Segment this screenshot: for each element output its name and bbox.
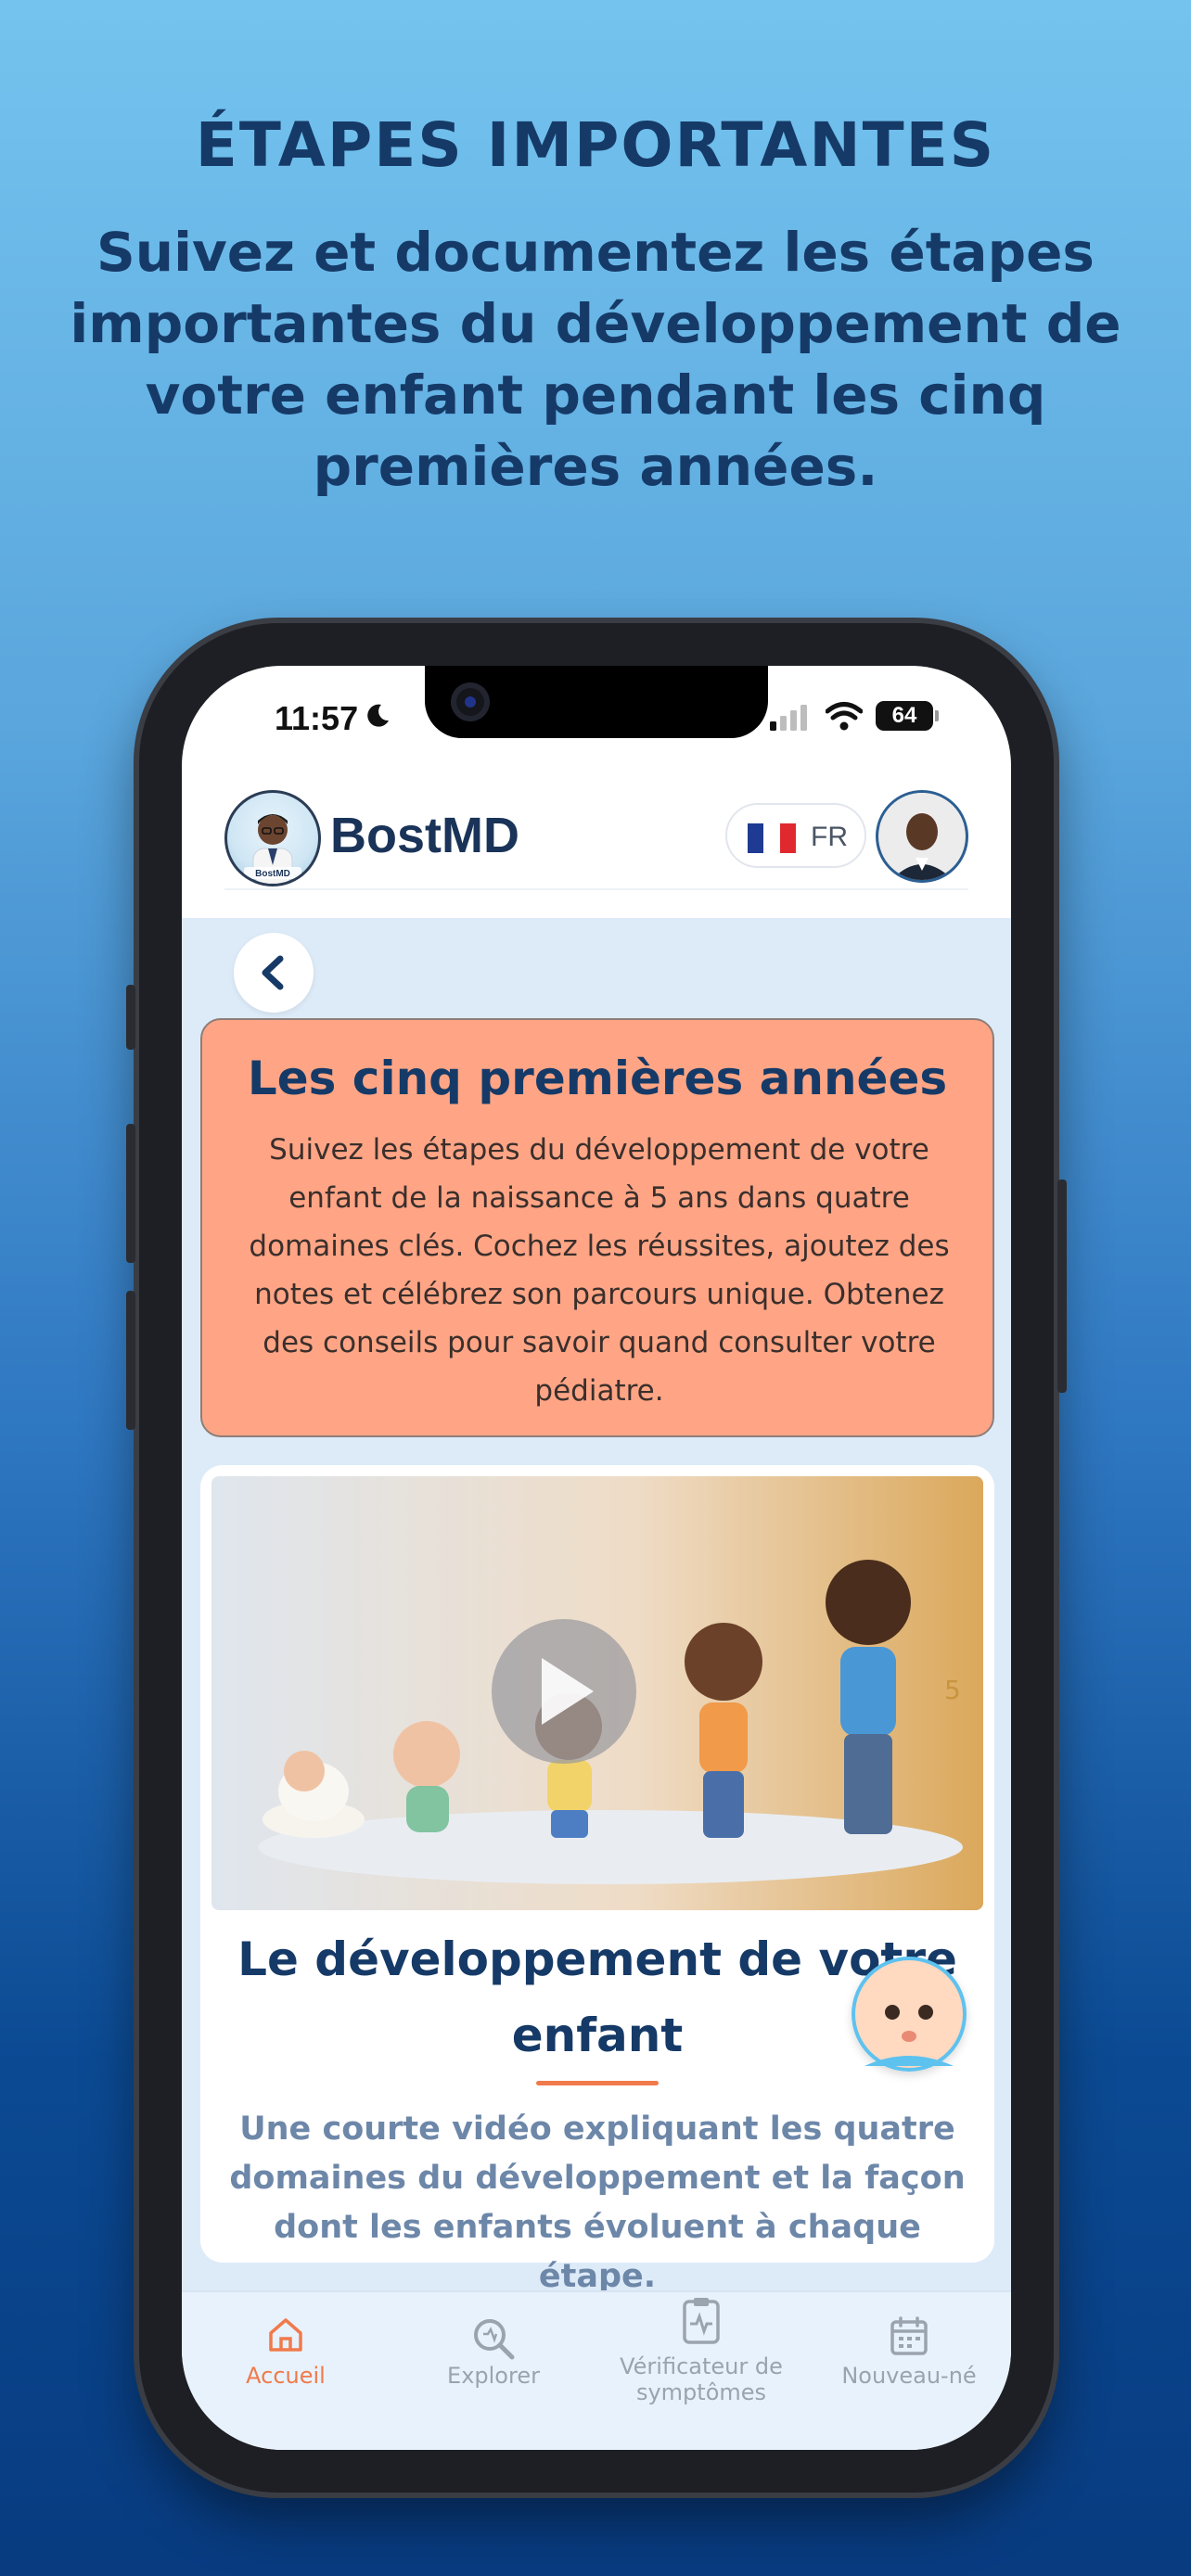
- title-underline: [536, 2081, 659, 2085]
- nav-label-explorer: Explorer: [447, 2363, 540, 2389]
- phone-volume-up: [126, 1124, 135, 1263]
- nav-label-nouveau-ne: Nouveau-né: [841, 2363, 977, 2389]
- nav-item-explorer[interactable]: Explorer: [390, 2292, 597, 2422]
- camera-icon: [451, 682, 490, 721]
- bottom-nav: Accueil Explorer Vérificateur de symptôm…: [182, 2290, 1011, 2450]
- intro-card: Les cinq premières années Suivez les éta…: [200, 1018, 994, 1437]
- home-icon: [269, 2318, 302, 2352]
- phone-power-button: [1057, 1180, 1067, 1393]
- video-thumbnail[interactable]: 5: [211, 1476, 983, 1910]
- nav-label-accueil: Accueil: [246, 2363, 326, 2389]
- phone-screen: 11:57 64 BostMD BostMD FR Les cinq premi…: [182, 666, 1011, 2450]
- app-header: BostMD BostMD FR: [224, 790, 968, 890]
- nav-item-accueil[interactable]: Accueil: [182, 2292, 390, 2422]
- logo-caption: BostMD: [255, 869, 290, 879]
- user-avatar[interactable]: [876, 790, 968, 883]
- moon-icon: [367, 704, 389, 727]
- brand-logo[interactable]: BostMD: [224, 790, 321, 886]
- promo-subheading: Suivez et documentez les étapes importan…: [70, 221, 1121, 498]
- nav-label-verificateur: Vérificateur de symptômes: [620, 2353, 783, 2405]
- main-content[interactable]: Les cinq premières années Suivez les éta…: [182, 918, 1011, 2295]
- battery-icon: 64: [876, 701, 939, 731]
- chevron-left-icon: [262, 955, 284, 990]
- wifi-icon: [826, 702, 863, 731]
- back-button[interactable]: [234, 933, 314, 1013]
- video-description: Une courte vidéo expliquant les quatre d…: [229, 2111, 966, 2295]
- brand-name: BostMD: [330, 808, 519, 863]
- video-card[interactable]: 5 Le développement de votre enfant Une c…: [200, 1465, 994, 2295]
- signal-icon: [770, 705, 807, 731]
- france-flag-icon: [748, 823, 796, 853]
- thumbnail-number: 5: [944, 1675, 961, 1705]
- phone-frame: 11:57 64 BostMD BostMD FR Les cinq premi…: [126, 623, 1067, 2493]
- phone-volume-down: [126, 1291, 135, 1430]
- language-selector[interactable]: FR: [725, 803, 866, 868]
- intro-text: Suivez les étapes du développement de vo…: [249, 1133, 950, 1408]
- promo-heading: ÉTAPES IMPORTANTES: [195, 109, 996, 181]
- language-label: FR: [811, 822, 848, 852]
- search-icon: [474, 2319, 515, 2360]
- assistant-baby-button[interactable]: [852, 1957, 967, 2072]
- intro-title: Les cinq premières années: [247, 1052, 948, 1105]
- nav-item-nouveau-ne[interactable]: Nouveau-né: [805, 2292, 1011, 2422]
- status-time: 11:57: [275, 699, 359, 737]
- phone-silent-switch: [126, 985, 135, 1050]
- nav-item-verificateur[interactable]: Vérificateur de symptômes: [597, 2292, 805, 2422]
- baby-face-icon: [855, 1960, 963, 2068]
- calendar-icon: [890, 2316, 928, 2355]
- clipboard-icon: [683, 2298, 720, 2344]
